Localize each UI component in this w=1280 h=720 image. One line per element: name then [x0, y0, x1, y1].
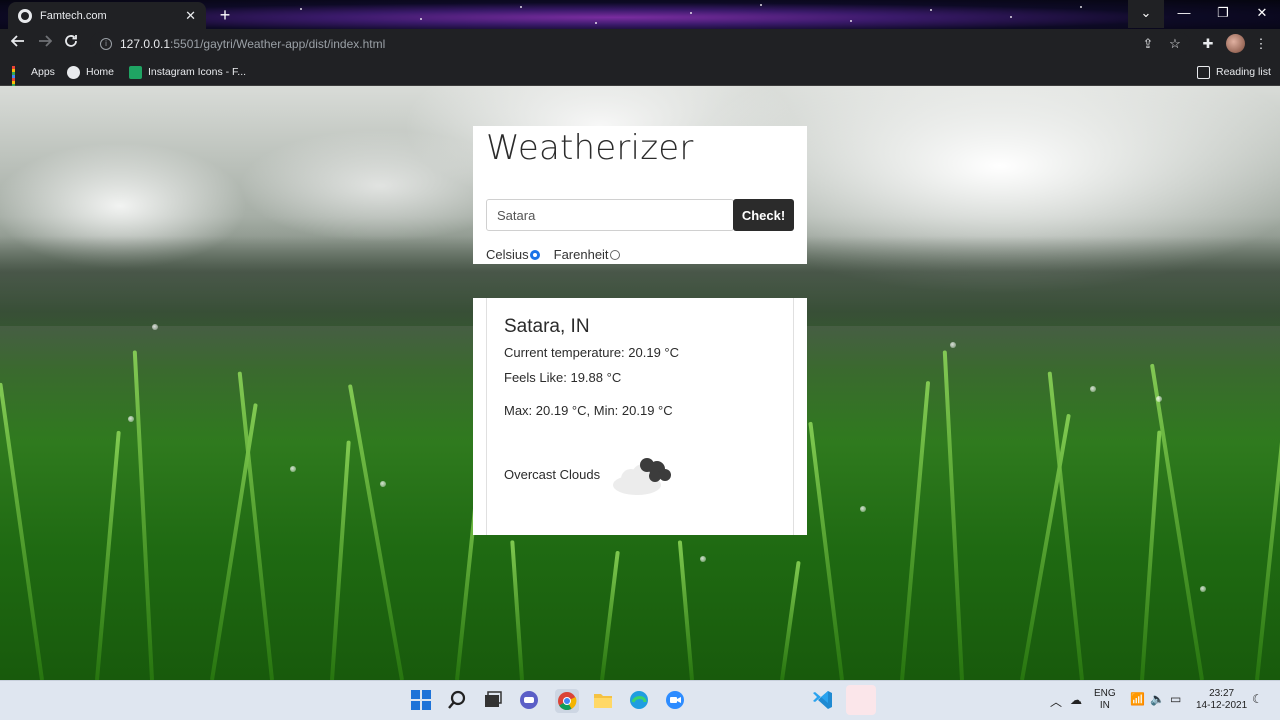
check-button[interactable]: Check!	[733, 199, 794, 231]
minimize-button[interactable]: —	[1166, 0, 1202, 28]
overcast-clouds-icon	[613, 458, 671, 495]
app-icon[interactable]	[846, 685, 876, 715]
bookmark-label: Instagram Icons - F...	[148, 66, 247, 78]
notifications-icon[interactable]: ☾	[1252, 692, 1263, 706]
bookmark-apps[interactable]: Apps	[12, 64, 55, 93]
wifi-icon[interactable]: 📶	[1130, 692, 1145, 706]
search-icon[interactable]	[446, 689, 470, 713]
bookmark-star-icon[interactable]: ☆	[1166, 35, 1184, 53]
maximize-button[interactable]: ❐	[1205, 0, 1241, 28]
language-indicator[interactable]: ENG IN	[1094, 688, 1116, 712]
reading-list-label: Reading list	[1216, 66, 1271, 78]
edge-icon[interactable]	[628, 689, 652, 713]
zoom-icon[interactable]	[664, 689, 688, 713]
page-viewport: Weatherizer Check! Celsius Farenheit Sat…	[0, 86, 1280, 680]
back-button[interactable]	[7, 33, 29, 55]
bookmarks-bar: Apps Home Instagram Icons - F... Reading…	[0, 58, 1280, 93]
unit-selector: Celsius Farenheit	[486, 247, 620, 262]
extensions-icon[interactable]: ✚	[1199, 35, 1217, 53]
bookmark-home[interactable]: Home	[67, 64, 114, 80]
bookmark-instagram-icons[interactable]: Instagram Icons - F...	[129, 64, 246, 80]
bookmark-label: Apps	[31, 66, 55, 78]
weather-result-inner: Satara, IN Current temperature: 20.19 °C…	[486, 298, 794, 535]
bookmark-green-icon	[129, 65, 142, 79]
vscode-icon[interactable]	[812, 689, 836, 713]
current-temperature: Current temperature: 20.19 °C	[504, 345, 680, 360]
celsius-radio[interactable]	[529, 249, 540, 260]
browser-tab[interactable]: Famtech.com ✕	[8, 2, 206, 29]
profile-avatar[interactable]	[1226, 34, 1245, 53]
farenheit-radio[interactable]	[609, 249, 620, 260]
windows-start-icon[interactable]	[410, 689, 434, 713]
share-icon[interactable]: ⇪	[1139, 35, 1157, 53]
browser-toolbar: i 127.0.0.1:5501/gaytri/Weather-app/dist…	[0, 29, 1280, 58]
battery-icon[interactable]: ▭	[1170, 692, 1181, 706]
arrow-right-icon	[39, 35, 53, 47]
feels-like: Feels Like: 19.88 °C	[504, 370, 622, 385]
onedrive-icon[interactable]: ☁	[1070, 693, 1082, 707]
volume-icon[interactable]: 🔈	[1150, 692, 1165, 706]
browser-tab-bar: Famtech.com ✕ + ⌄ — ❐ ✕	[0, 0, 1280, 29]
arrow-left-icon	[10, 35, 24, 47]
reading-list-icon	[1197, 65, 1210, 79]
location-heading: Satara, IN	[504, 316, 590, 337]
weather-result-card: Satara, IN Current temperature: 20.19 °C…	[473, 298, 807, 535]
celsius-label: Celsius	[486, 247, 529, 262]
forward-button[interactable]	[34, 33, 56, 55]
clock-date: 14-12-2021	[1196, 700, 1248, 711]
tab-search-dropdown-icon[interactable]: ⌄	[1128, 0, 1164, 28]
search-panel: Weatherizer Check! Celsius Farenheit	[473, 126, 807, 264]
menu-icon[interactable]: ⋮	[1252, 35, 1270, 53]
clock-time: 23:27	[1209, 688, 1235, 699]
address-bar[interactable]: i 127.0.0.1:5501/gaytri/Weather-app/dist…	[90, 32, 1190, 55]
language-label: ENG	[1094, 688, 1116, 699]
tray-expand-icon[interactable]: ︿	[1050, 693, 1062, 710]
site-info-icon[interactable]: i	[100, 37, 112, 50]
tab-close-icon[interactable]: ✕	[185, 8, 196, 24]
reload-button[interactable]	[60, 33, 82, 55]
url-path: :5501/gaytri/Weather-app/dist/index.html	[170, 36, 386, 51]
reload-icon	[65, 35, 77, 47]
url-host: 127.0.0.1	[120, 36, 171, 51]
task-view-icon[interactable]	[482, 689, 506, 713]
windows-taskbar: ︿ ☁ ENG IN 📶 🔈 ▭ 23:27 14-12-2021 ☾	[0, 680, 1280, 720]
bookmark-label: Home	[86, 66, 115, 78]
weather-description: Overcast Clouds	[504, 467, 601, 482]
chat-icon[interactable]	[518, 689, 542, 713]
app-title: Weatherizer	[486, 128, 694, 168]
clock[interactable]: 23:27 14-12-2021	[1196, 688, 1247, 712]
file-explorer-icon[interactable]	[592, 689, 616, 713]
region-label: IN	[1099, 700, 1110, 711]
apps-grid-icon	[12, 65, 25, 93]
globe-icon	[67, 65, 80, 79]
new-tab-button[interactable]: +	[214, 4, 236, 26]
globe-icon	[18, 8, 32, 23]
close-window-button[interactable]: ✕	[1244, 0, 1280, 28]
max-min-temperature: Max: 20.19 °C, Min: 20.19 °C	[504, 403, 673, 418]
tab-title: Famtech.com	[40, 9, 107, 22]
reading-list-button[interactable]: Reading list	[1197, 64, 1271, 80]
chrome-icon[interactable]	[555, 689, 579, 713]
farenheit-label: Farenheit	[553, 247, 609, 262]
city-search-input[interactable]	[486, 199, 734, 231]
